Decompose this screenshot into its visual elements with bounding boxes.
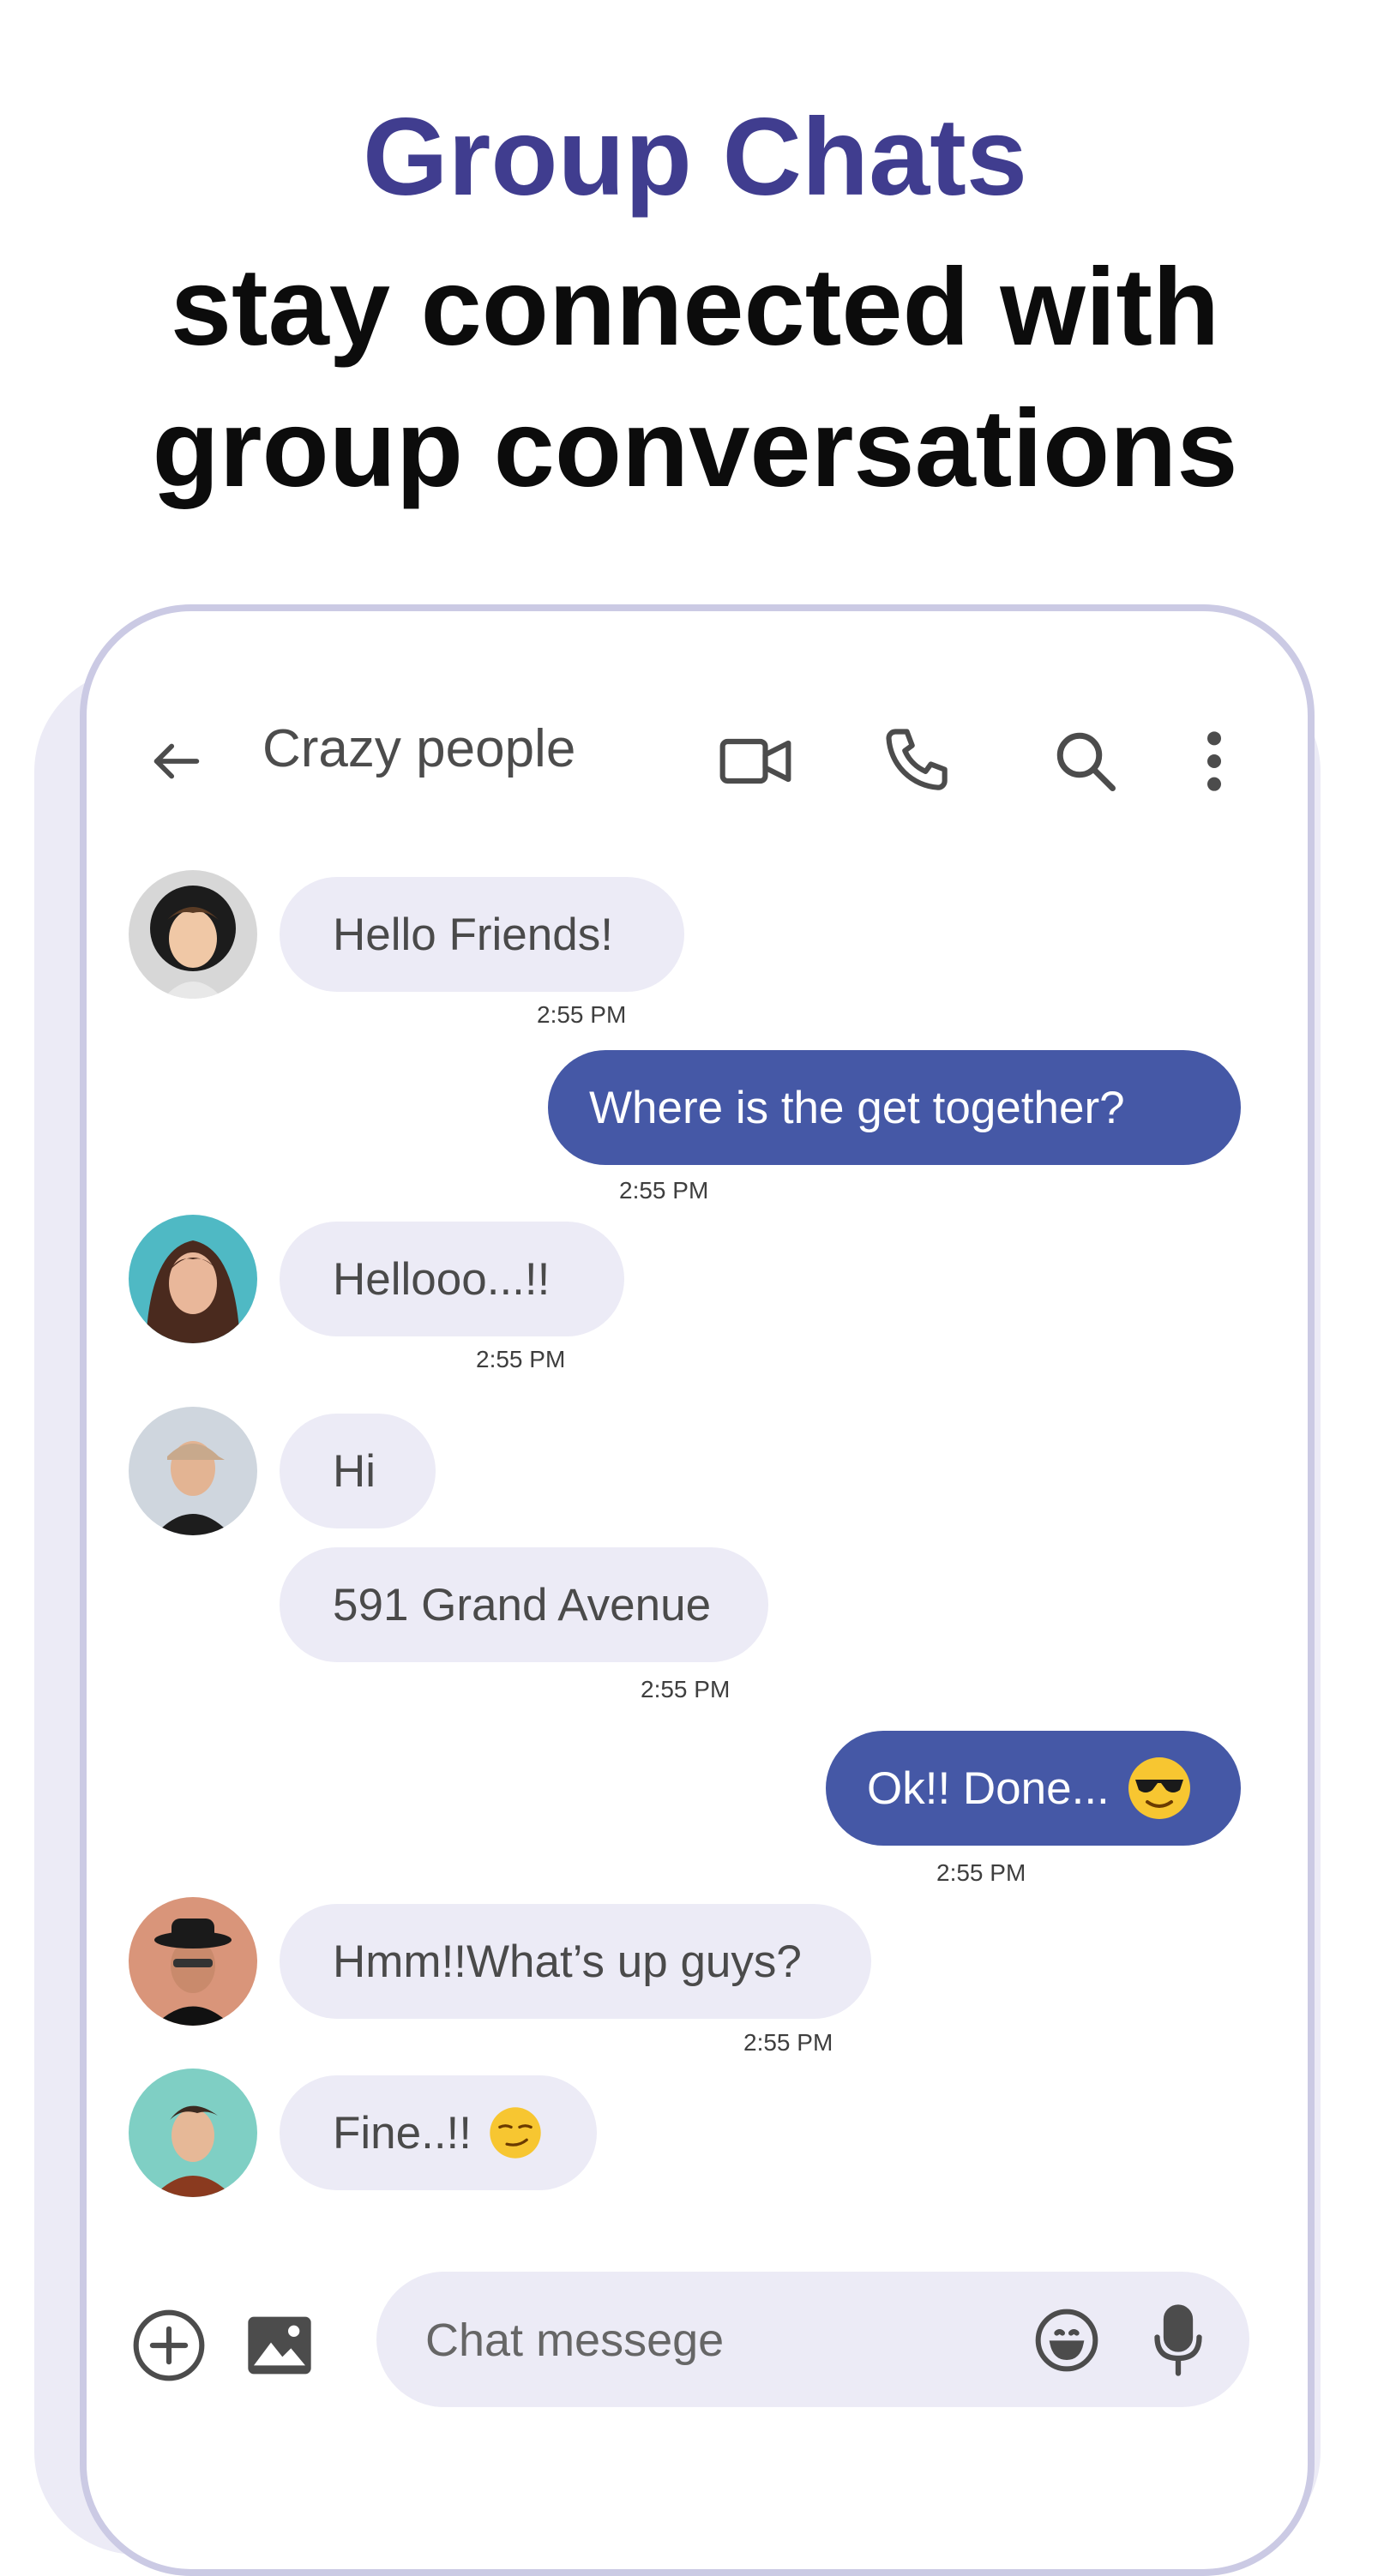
message-time: 2:55 PM xyxy=(641,1676,731,1702)
message-time: 2:55 PM xyxy=(537,1001,627,1028)
sunglasses-emoji-icon xyxy=(1128,1757,1190,1819)
gallery-button[interactable] xyxy=(245,2313,314,2378)
avatar-cap[interactable] xyxy=(129,1407,257,1535)
phone-icon xyxy=(886,729,948,790)
chat-title: Crazy people xyxy=(262,719,576,778)
message-time: 2:55 PM xyxy=(619,1177,709,1204)
back-button[interactable] xyxy=(138,714,215,808)
avatar-long-hair[interactable] xyxy=(129,1215,257,1343)
message-bubble[interactable]: Fine..!! xyxy=(280,2075,597,2190)
message-bubble-outgoing[interactable]: Ok!! Done... xyxy=(826,1731,1241,1846)
voice-message-button[interactable] xyxy=(1144,2302,1212,2379)
add-attachment-button[interactable] xyxy=(129,2306,208,2385)
message-composer xyxy=(376,2272,1249,2409)
message-bubble[interactable]: 591 Grand Avenue xyxy=(280,1547,768,1662)
message-text: Where is the get together? xyxy=(589,1082,1125,1133)
avatar-teal-background[interactable] xyxy=(129,2069,257,2197)
phone-frame: Crazy people Hello Friends! 2:55 PM Wher… xyxy=(80,604,1315,2576)
plus-circle-icon xyxy=(133,2309,205,2381)
headline-line-1: stay connected with xyxy=(170,246,1220,369)
message-text: 591 Grand Avenue xyxy=(333,1579,712,1630)
smiley-icon xyxy=(1035,2309,1098,2372)
message-text: Hellooo...!! xyxy=(333,1253,551,1305)
avatar-hat-sunglasses[interactable] xyxy=(129,1897,257,2026)
message-bubble[interactable]: Hellooo...!! xyxy=(280,1222,624,1336)
arrow-left-icon xyxy=(153,743,200,779)
search-button[interactable] xyxy=(1038,714,1133,808)
message-time: 2:55 PM xyxy=(476,1346,566,1372)
avatar-curly-hair[interactable] xyxy=(129,870,257,999)
message-bubble[interactable]: Hmm!!What’s up guys? xyxy=(280,1904,871,2019)
emoji-button[interactable] xyxy=(1028,2302,1105,2379)
message-text: Ok!! Done... xyxy=(867,1762,1110,1814)
more-vertical-icon xyxy=(1207,731,1221,791)
voice-call-button[interactable] xyxy=(871,714,966,808)
microphone-icon xyxy=(1154,2304,1202,2376)
message-bubble-outgoing[interactable]: Where is the get together? xyxy=(548,1050,1241,1165)
message-time: 2:55 PM xyxy=(936,1859,1026,1886)
search-icon xyxy=(1056,732,1116,791)
message-bubble[interactable]: Hello Friends! xyxy=(280,877,684,992)
message-text: Hello Friends! xyxy=(333,909,613,960)
video-call-button[interactable] xyxy=(708,714,803,808)
smirk-emoji-icon xyxy=(490,2107,541,2159)
headline-title: Group Chats xyxy=(362,96,1028,219)
message-time: 2:55 PM xyxy=(743,2029,833,2056)
message-text: Fine..!! xyxy=(333,2107,472,2159)
more-options-button[interactable] xyxy=(1176,714,1253,808)
message-bubble[interactable]: Hi xyxy=(280,1414,436,1528)
message-text: Hmm!!What’s up guys? xyxy=(333,1936,802,1987)
video-camera-icon xyxy=(719,738,791,784)
chat-message-input[interactable] xyxy=(424,2272,1010,2409)
headline-line-2: group conversations xyxy=(152,387,1238,510)
message-text: Hi xyxy=(333,1445,376,1497)
image-icon xyxy=(248,2316,311,2375)
